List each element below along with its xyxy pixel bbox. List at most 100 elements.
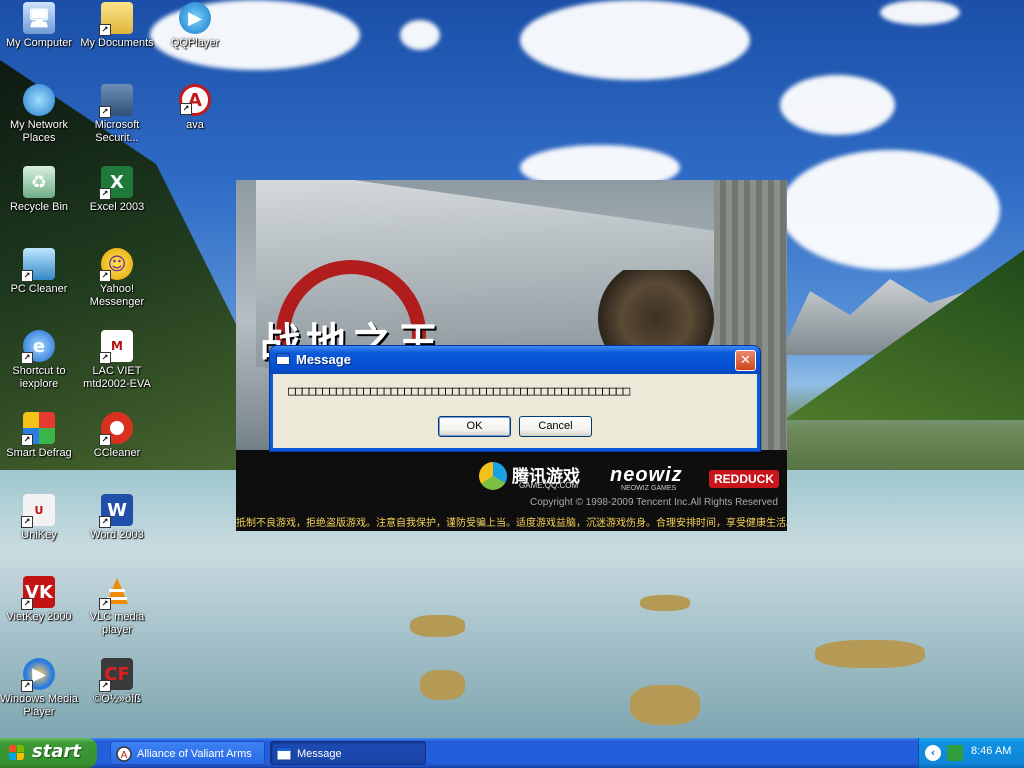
dialog-titlebar[interactable]: Message ✕ xyxy=(270,346,760,374)
recycle-bin-icon: ♻ xyxy=(23,166,55,198)
desktop-icon-excel-2003[interactable]: X ↗ Excel 2003 xyxy=(78,166,156,214)
desktop-icon-yahoo-messenger[interactable]: ☺ ↗ Yahoo! Messenger xyxy=(78,248,156,309)
desktop-icon-my-network-places[interactable]: My Network Places xyxy=(0,84,78,145)
cloud xyxy=(520,0,750,80)
desktop-icon-label: VLC media player xyxy=(89,611,145,636)
word-icon: W ↗ xyxy=(99,494,133,528)
desktop-icon-word-2003[interactable]: W ↗ Word 2003 xyxy=(78,494,156,542)
pc-cleaner-icon: ↗ xyxy=(21,248,55,282)
desktop-icon-label: Excel 2003 xyxy=(89,201,145,213)
window-icon xyxy=(276,353,290,365)
launcher-artwork-soldier xyxy=(596,270,716,350)
ok-button[interactable]: OK xyxy=(438,416,511,437)
message-dialog: Message ✕ □□□□□□□□□□□□□□□□□□□□□□□□□□□□□□… xyxy=(270,346,760,451)
dictionary-icon: M ↗ xyxy=(99,330,133,364)
unikey-icon: U ↗ xyxy=(21,494,55,528)
show-hidden-icons-chevron-icon[interactable]: ‹ xyxy=(925,745,941,761)
desktop-icon-windows-media-player[interactable]: ▶ ↗ Windows Media Player xyxy=(0,658,78,719)
desktop-icon-label: Windows Media Player xyxy=(0,693,78,718)
desktop-icon-recycle-bin[interactable]: ♻ Recycle Bin xyxy=(0,166,78,214)
desktop-icon-crossfire[interactable]: CF ↗ ©Ò½»ðíß xyxy=(78,658,156,706)
tencent-games-url: GAME.QQ.COM xyxy=(519,481,579,490)
cloud xyxy=(780,75,895,135)
launcher-copyright: Copyright © 1998-2009 Tencent Inc.All Ri… xyxy=(530,497,778,508)
cloud xyxy=(880,0,960,25)
desktop-icon-label: Microsoft Securit... xyxy=(94,119,140,144)
desktop-icon-qqplayer[interactable]: ▶ QQPlayer xyxy=(156,2,234,50)
start-button[interactable]: start xyxy=(0,738,97,768)
taskbar-button-message[interactable]: Message xyxy=(270,741,426,765)
desktop-icon-shortcut-iexplore[interactable]: e ↗ Shortcut to iexplore xyxy=(0,330,78,391)
dialog-body: □□□□□□□□□□□□□□□□□□□□□□□□□□□□□□□□□□□□□□□□… xyxy=(273,374,757,448)
taskbar-button-ava[interactable]: A Alliance of Valiant Arms xyxy=(110,741,265,765)
neowiz-logo: neowiz xyxy=(610,464,683,486)
crossfire-icon: CF ↗ xyxy=(99,658,133,692)
desktop-icon-label: UniKey xyxy=(21,529,57,541)
desktop-icon-lac-viet[interactable]: M ↗ LAC VIET mtd2002-EVA xyxy=(78,330,156,391)
svg-text:A: A xyxy=(121,750,128,761)
desktop-icon-label: Yahoo! Messenger xyxy=(89,283,145,308)
desktop-icon-pc-cleaner[interactable]: ↗ PC Cleaner xyxy=(0,248,78,296)
computer-icon: 🖥 xyxy=(23,2,55,34)
desktop-icon-vietkey-2000[interactable]: VK ↗ VietKey 2000 xyxy=(0,576,78,624)
desktop-icon-label: My Computer xyxy=(5,37,73,49)
desktop-icon-label: ©Ò½»ðíß xyxy=(93,693,141,705)
internet-explorer-icon: e ↗ xyxy=(21,330,55,364)
dialog-message: □□□□□□□□□□□□□□□□□□□□□□□□□□□□□□□□□□□□□□□□… xyxy=(288,384,630,399)
windows-logo-icon xyxy=(9,745,25,761)
rock xyxy=(630,685,700,725)
neowiz-games-label: NEOWIZ GAMES xyxy=(621,485,677,492)
desktop-icon-label: CCleaner xyxy=(93,447,141,459)
desktop-icon-ccleaner[interactable]: ↗ CCleaner xyxy=(78,412,156,460)
taskbar: start A Alliance of Valiant Arms Message… xyxy=(0,738,1024,768)
desktop-icon-vlc[interactable]: ↗ VLC media player xyxy=(78,576,156,637)
qqplayer-icon: ▶ xyxy=(179,2,211,34)
desktop-icon-label: QQPlayer xyxy=(170,37,220,49)
desktop-icon-label: My Documents xyxy=(80,37,154,49)
desktop-icon-microsoft-security[interactable]: ↗ Microsoft Securit... xyxy=(78,84,156,145)
vietkey-icon: VK ↗ xyxy=(21,576,55,610)
launcher-health-notice: 抵制不良游戏，拒绝盗版游戏。注意自我保护，谨防受骗上当。适度游戏益脑，沉迷游戏伤… xyxy=(236,518,787,529)
rock xyxy=(640,595,690,611)
start-label: start xyxy=(32,741,81,762)
rock xyxy=(420,670,465,700)
desktop-icon-my-computer[interactable]: 🖥 My Computer xyxy=(0,2,78,50)
safely-remove-hardware-icon[interactable] xyxy=(947,745,963,761)
desktop-icon-label: My Network Places xyxy=(9,119,69,144)
desktop-icon-label: VietKey 2000 xyxy=(6,611,72,623)
redduck-logo: REDDUCK xyxy=(709,470,779,488)
taskbar-button-label: Message xyxy=(297,748,342,760)
dialog-title: Message xyxy=(296,352,351,367)
cloud xyxy=(400,20,440,50)
system-tray: ‹ 8:46 AM xyxy=(918,738,1024,768)
network-places-icon xyxy=(23,84,55,116)
desktop-icon-label: Shortcut to iexplore xyxy=(12,365,66,390)
vlc-icon: ↗ xyxy=(99,576,133,610)
yahoo-messenger-icon: ☺ ↗ xyxy=(99,248,133,282)
cloud xyxy=(780,150,1000,270)
media-player-icon: ▶ ↗ xyxy=(21,658,55,692)
cancel-button[interactable]: Cancel xyxy=(519,416,592,437)
desktop-icon-label: PC Cleaner xyxy=(10,283,68,295)
ava-game-icon: A ↗ xyxy=(179,84,211,116)
desktop-icon-label: Word 2003 xyxy=(90,529,144,541)
rock xyxy=(410,615,465,637)
ccleaner-icon: ↗ xyxy=(99,412,133,446)
taskbar-clock[interactable]: 8:46 AM xyxy=(971,745,1011,757)
desktop-icon-my-documents[interactable]: ↗ My Documents xyxy=(78,2,156,50)
close-button[interactable]: ✕ xyxy=(735,350,756,371)
defrag-icon: ↗ xyxy=(21,412,55,446)
taskbar-button-label: Alliance of Valiant Arms xyxy=(137,748,252,760)
desktop-icon-smart-defrag[interactable]: ↗ Smart Defrag xyxy=(0,412,78,460)
security-icon: ↗ xyxy=(99,84,133,118)
desktop-icon-ava[interactable]: A ↗ ava xyxy=(156,84,234,132)
desktop-icon-label: Recycle Bin xyxy=(9,201,69,213)
desktop-icon-unikey[interactable]: U ↗ UniKey xyxy=(0,494,78,542)
desktop-icon-label: ava xyxy=(186,119,204,131)
desktop-icon-label: LAC VIET mtd2002-EVA xyxy=(83,365,151,390)
documents-folder-icon: ↗ xyxy=(99,2,133,36)
window-icon xyxy=(276,747,292,761)
rock xyxy=(815,640,925,668)
tencent-logo-icon xyxy=(479,462,507,490)
desktop-icon-label: Smart Defrag xyxy=(6,447,72,459)
